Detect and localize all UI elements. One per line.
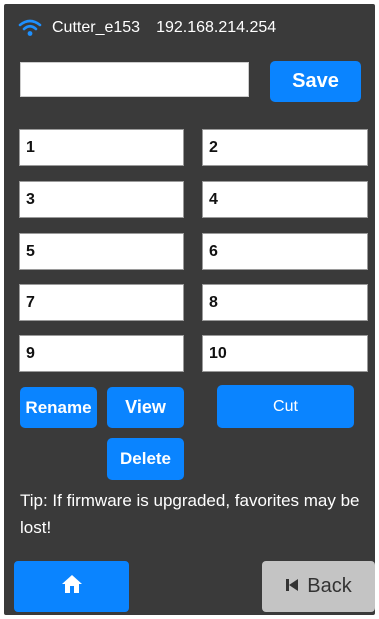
ip-address: 192.168.214.254 — [156, 19, 277, 36]
status-bar: Cutter_e153 192.168.214.254 — [18, 14, 276, 42]
slot-10[interactable]: 10 — [202, 335, 368, 372]
device-name: Cutter_e153 — [52, 19, 141, 36]
rename-button[interactable]: Rename — [20, 387, 97, 428]
slot-2[interactable]: 2 — [202, 129, 368, 166]
back-button[interactable]: Back — [262, 561, 375, 612]
cut-button[interactable]: Cut — [217, 385, 354, 428]
back-label: Back — [307, 575, 352, 597]
wifi-icon — [18, 18, 42, 38]
slot-8[interactable]: 8 — [202, 284, 368, 321]
slot-3[interactable]: 3 — [19, 181, 184, 218]
tip-text: Tip: If firmware is upgraded, favorites … — [20, 491, 360, 537]
slot-9[interactable]: 9 — [19, 335, 184, 372]
favorite-name-input[interactable] — [20, 62, 249, 97]
slot-7[interactable]: 7 — [19, 284, 184, 321]
view-button[interactable]: View — [107, 387, 184, 428]
slot-4[interactable]: 4 — [202, 181, 368, 218]
delete-button[interactable]: Delete — [107, 438, 184, 480]
slot-1[interactable]: 1 — [19, 129, 184, 166]
slot-6[interactable]: 6 — [202, 233, 368, 270]
skip-back-icon — [285, 575, 299, 598]
save-button[interactable]: Save — [270, 61, 361, 102]
favorites-screen: Cutter_e153 192.168.214.254 Save 1 2 3 4… — [4, 4, 375, 615]
home-icon — [60, 573, 84, 600]
home-button[interactable] — [14, 561, 129, 612]
slot-5[interactable]: 5 — [19, 233, 184, 270]
